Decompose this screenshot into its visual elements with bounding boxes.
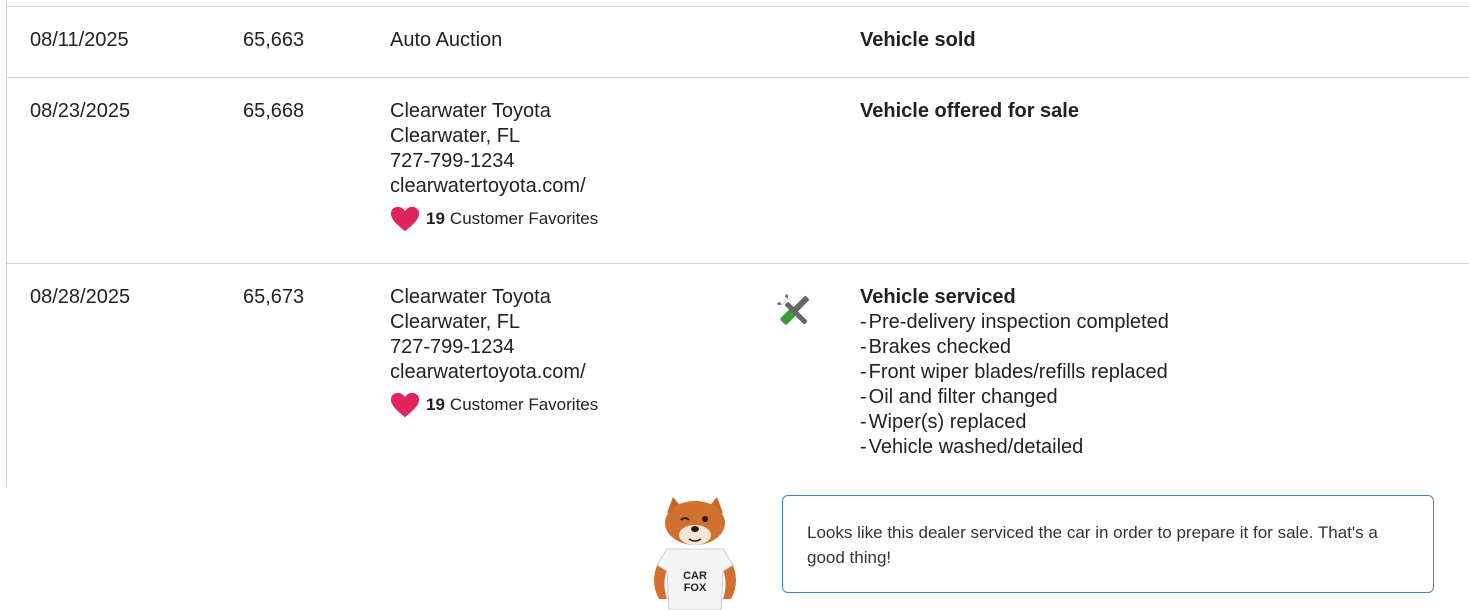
row-mileage: 65,663 <box>243 29 305 51</box>
dealer-location: Clearwater, FL <box>390 311 521 333</box>
detail-item: - Pre-delivery inspection completed <box>860 311 1169 333</box>
row-date: 08/11/2025 <box>30 29 129 51</box>
favorites-count: 19 <box>426 395 445 414</box>
row-divider <box>6 6 1469 7</box>
customer-favorites[interactable]: 19 Customer Favorites <box>390 205 598 233</box>
svg-text:FOX: FOX <box>684 582 707 594</box>
row-mileage: 65,668 <box>243 100 305 122</box>
customer-favorites[interactable]: 19 Customer Favorites <box>390 391 598 419</box>
carfox-mascot-icon: CAR FOX <box>654 497 736 610</box>
tip-text: Looks like this dealer serviced the car … <box>807 523 1378 567</box>
dealer-website-link[interactable]: clearwatertoyota.com/ <box>390 174 598 199</box>
detail-item: - Brakes checked <box>860 336 1011 358</box>
favorites-label: Customer Favorites <box>449 395 599 414</box>
event-title: Vehicle sold <box>860 29 976 51</box>
detail-item: - Oil and filter changed <box>860 386 1058 408</box>
row-divider <box>6 77 1469 78</box>
detail-item: - Front wiper blades/refills replaced <box>860 361 1168 383</box>
favorites-label: Customer Favorites <box>449 209 599 228</box>
detail-item: - Vehicle washed/detailed <box>860 436 1084 458</box>
event-title: Vehicle offered for sale <box>860 100 1079 122</box>
favorites-count: 19 <box>426 209 445 228</box>
row-divider <box>6 263 1469 264</box>
dealer-phone[interactable]: 727-799-1234 <box>390 335 598 360</box>
dealer-name-link[interactable]: Clearwater Toyota <box>390 285 598 310</box>
source-name: Auto Auction <box>390 29 503 51</box>
row-source: Clearwater Toyota Clearwater, FL 727-799… <box>390 99 598 233</box>
event-details: Vehicle serviced - Pre-delivery inspectio… <box>860 285 1169 460</box>
row-source: Auto Auction <box>390 28 502 53</box>
table-left-border <box>6 0 7 487</box>
dealer-name-link[interactable]: Clearwater Toyota <box>390 99 598 124</box>
dealer-website-link[interactable]: clearwatertoyota.com/ <box>390 360 598 385</box>
event-title: Vehicle serviced <box>860 286 1016 308</box>
row-mileage: 65,673 <box>243 286 305 308</box>
service-tools-icon <box>777 294 810 325</box>
row-date: 08/23/2025 <box>30 100 131 122</box>
svg-text:CAR: CAR <box>683 570 707 582</box>
detail-item: - Wiper(s) replaced <box>860 411 1027 433</box>
row-date: 08/28/2025 <box>30 286 131 308</box>
dealer-tip-callout: Looks like this dealer serviced the car … <box>782 495 1434 593</box>
history-table: 08/11/2025 65,663 Auto Auction Vehicle s… <box>0 0 1469 610</box>
row-source: Clearwater Toyota Clearwater, FL 727-799… <box>390 285 598 419</box>
heart-icon <box>390 206 420 232</box>
dealer-location: Clearwater, FL <box>390 125 521 147</box>
dealer-phone[interactable]: 727-799-1234 <box>390 149 598 174</box>
heart-icon <box>390 392 420 418</box>
